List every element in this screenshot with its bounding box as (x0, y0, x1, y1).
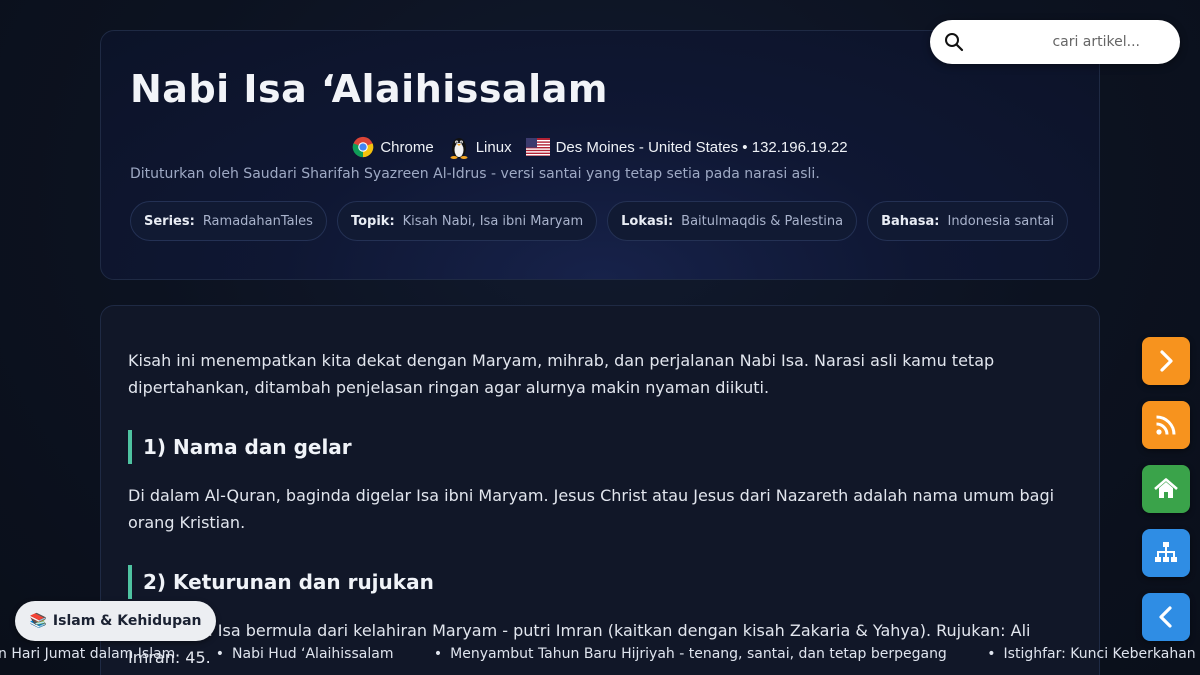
home-button[interactable] (1142, 465, 1190, 513)
ticker-item[interactable]: Nabi Hud ‘Alaihissalam (216, 643, 393, 665)
books-icon: 📚 (29, 613, 47, 629)
location-ip: Des Moines - United States • 132.196.19.… (555, 138, 848, 156)
page-title: Nabi Isa ‘Alaihissalam (130, 67, 608, 111)
ticker-item[interactable]: wwaan Hari Jumat dalam Islam (0, 643, 175, 665)
section-heading: 1) Nama dan gelar (128, 430, 352, 464)
sitemap-button[interactable] (1142, 529, 1190, 577)
category-pill[interactable]: 📚 Islam & Kehidupan (15, 601, 216, 641)
article-intro: Kisah ini menempatkan kita dekat dengan … (128, 351, 995, 397)
search-icon (945, 33, 964, 52)
us-flag-icon (525, 138, 550, 156)
browser-name: Chrome (380, 138, 434, 156)
rss-feed-button[interactable] (1142, 401, 1190, 449)
chip-location: Lokasi: Baitulmaqdis & Palestina (607, 201, 858, 241)
rss-icon (1156, 415, 1176, 435)
article-body-card: Kisah ini menempatkan kita dekat dengan … (100, 305, 1100, 675)
search-input[interactable] (964, 34, 1180, 50)
news-ticker: wwaan Hari Jumat dalam Islam Nabi Hud ‘A… (0, 643, 1200, 665)
os-meta: Linux (448, 135, 512, 159)
category-label: Islam & Kehidupan (52, 613, 202, 629)
search-box[interactable] (930, 20, 1180, 64)
meta-chips: Series: RamadahanTales Topik: Kisah Nabi… (130, 201, 1069, 241)
chevron-right-icon (1160, 350, 1173, 372)
article-subtitle: Dituturkan oleh Saudari Sharifah Syazree… (130, 166, 820, 182)
section-heading: 2) Keturunan dan rujukan (128, 565, 434, 599)
section-text: Di dalam Al-Quran, baginda digelar Isa i… (128, 486, 1055, 532)
chevron-left-icon (1159, 606, 1172, 628)
article-header-card: Nabi Isa ‘Alaihissalam Chrome Linux Des … (100, 30, 1100, 280)
chrome-icon (353, 136, 374, 158)
chip-topic: Topik: Kisah Nabi, Isa ibni Maryam (336, 201, 598, 241)
home-icon (1154, 478, 1178, 498)
ticker-item[interactable]: Istighfar: Kunci Keberkahan dan (987, 643, 1200, 665)
location-meta: Des Moines - United States • 132.196.19.… (525, 138, 848, 156)
previous-article-button[interactable] (1142, 593, 1190, 641)
ticker-item[interactable]: Menyambut Tahun Baru Hijriyah - tenang, … (434, 643, 947, 665)
linux-icon (450, 138, 468, 159)
next-article-button[interactable] (1142, 337, 1190, 385)
os-name: Linux (475, 138, 512, 156)
browser-meta: Chrome (352, 136, 434, 158)
sitemap-icon (1155, 542, 1177, 562)
chip-series: Series: RamadahanTales (130, 201, 327, 241)
visitor-meta-line: Chrome Linux Des Moines - United States … (101, 135, 1099, 159)
chip-language: Bahasa: Indonesia santai (867, 201, 1069, 241)
